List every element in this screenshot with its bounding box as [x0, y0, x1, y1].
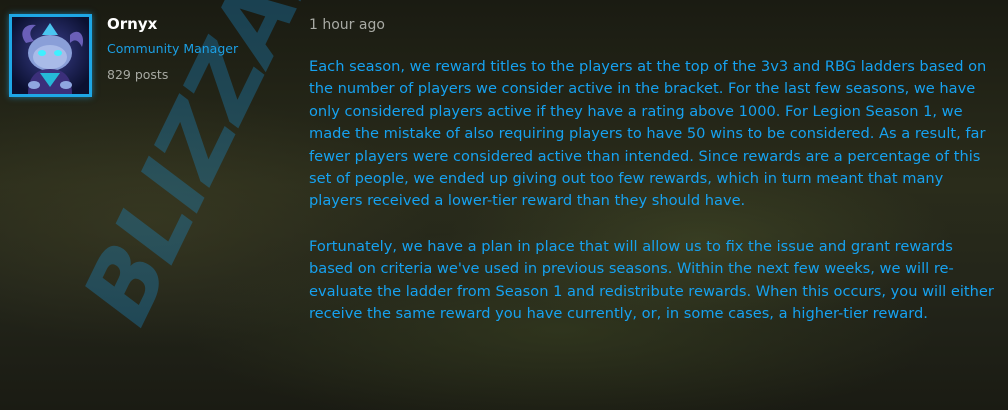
avatar-creature-icon: [12, 17, 89, 94]
author-post-count: 829 posts: [107, 67, 169, 82]
author-name[interactable]: Ornyx: [107, 15, 157, 33]
avatar[interactable]: [9, 14, 92, 97]
post-paragraph: Fortunately, we have a plan in place tha…: [309, 237, 994, 323]
post-timestamp[interactable]: 1 hour ago: [309, 17, 385, 33]
post-paragraph: Each season, we reward titles to the pla…: [309, 58, 987, 210]
author-role: Community Manager: [107, 41, 239, 56]
post-body: Each season, we reward titles to the pla…: [309, 56, 999, 348]
